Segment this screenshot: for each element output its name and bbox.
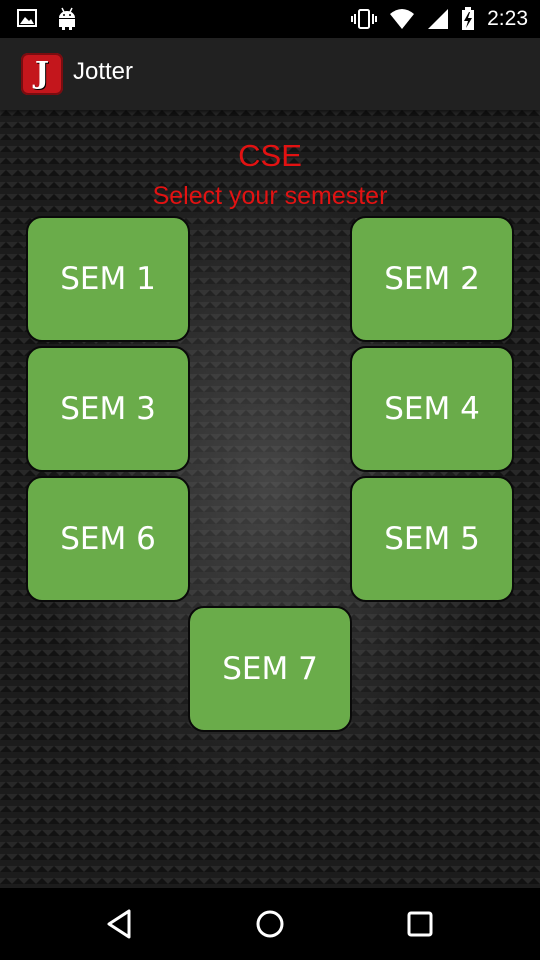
sem-2-button[interactable]: SEM 2 bbox=[350, 216, 514, 342]
vibrate-icon bbox=[351, 8, 378, 30]
sem-4-button[interactable]: SEM 4 bbox=[350, 346, 514, 472]
sem-7-button[interactable]: SEM 7 bbox=[188, 606, 352, 732]
sem-1-button[interactable]: SEM 1 bbox=[26, 216, 190, 342]
screen: 2:23 J Jotter CSE Select your semester S… bbox=[0, 0, 540, 960]
clock-time: 2:23 bbox=[487, 7, 528, 30]
app-logo-icon: J bbox=[21, 53, 63, 95]
semester-selection-panel: CSE Select your semester SEM 1 SEM 2 SEM… bbox=[0, 110, 540, 888]
select-semester-prompt: Select your semester bbox=[152, 182, 388, 210]
wifi-icon bbox=[389, 8, 415, 30]
back-icon[interactable] bbox=[102, 906, 138, 942]
sem-3-button[interactable]: SEM 3 bbox=[26, 346, 190, 472]
sem-6-button[interactable]: SEM 6 bbox=[26, 476, 190, 602]
navigation-bar bbox=[0, 888, 540, 960]
department-heading: CSE bbox=[238, 138, 302, 173]
status-bar: 2:23 bbox=[0, 0, 540, 38]
signal-icon bbox=[427, 8, 449, 30]
action-bar: J Jotter bbox=[0, 38, 540, 110]
sem-5-button[interactable]: SEM 5 bbox=[350, 476, 514, 602]
android-notification-icon bbox=[56, 7, 78, 31]
home-icon[interactable] bbox=[252, 906, 288, 942]
battery-charging-icon bbox=[461, 7, 475, 31]
image-notification-icon bbox=[16, 7, 38, 31]
recents-icon[interactable] bbox=[402, 906, 438, 942]
app-title: Jotter bbox=[73, 58, 134, 85]
app-logo-letter: J bbox=[34, 56, 50, 91]
